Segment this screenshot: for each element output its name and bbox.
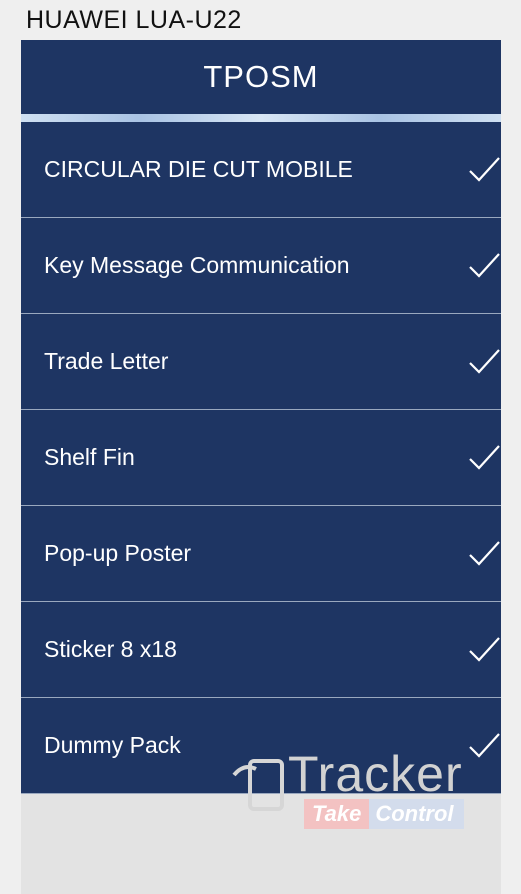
check-icon (469, 636, 500, 662)
list-item[interactable]: Trade Letter (21, 314, 501, 410)
watermark-badge: Take Control (304, 799, 464, 829)
item-label: Dummy Pack (44, 732, 181, 758)
check-icon (469, 444, 500, 470)
check-icon (469, 252, 500, 278)
check-icon (469, 348, 500, 374)
watermark-take: Take (304, 799, 370, 829)
page-header: TPOSM (21, 40, 501, 114)
header-accent-bar (21, 114, 501, 122)
item-label: Trade Letter (44, 348, 169, 374)
page-title: TPOSM (203, 59, 319, 94)
list-item[interactable]: Pop-up Poster (21, 506, 501, 602)
item-label: CIRCULAR DIE CUT MOBILE (44, 156, 353, 182)
item-label: Pop-up Poster (44, 540, 192, 566)
watermark-brand: Tracker (288, 746, 463, 802)
device-label: HUAWEI LUA-U22 (26, 6, 242, 34)
check-icon (469, 540, 500, 566)
item-label: Sticker 8 x18 (44, 636, 177, 662)
item-label: Shelf Fin (44, 444, 135, 470)
list-item[interactable]: Shelf Fin (21, 410, 501, 506)
item-label: Key Message Communication (44, 252, 350, 278)
list-item[interactable]: Key Message Communication (21, 218, 501, 314)
watermark-logo: Tracker Take Control (200, 745, 480, 855)
watermark-control: Control (375, 801, 454, 826)
checklist: CIRCULAR DIE CUT MOBILE Key Message Comm… (21, 122, 501, 794)
list-item[interactable]: CIRCULAR DIE CUT MOBILE (21, 122, 501, 218)
list-item[interactable]: Sticker 8 x18 (21, 602, 501, 698)
check-icon (469, 156, 500, 182)
